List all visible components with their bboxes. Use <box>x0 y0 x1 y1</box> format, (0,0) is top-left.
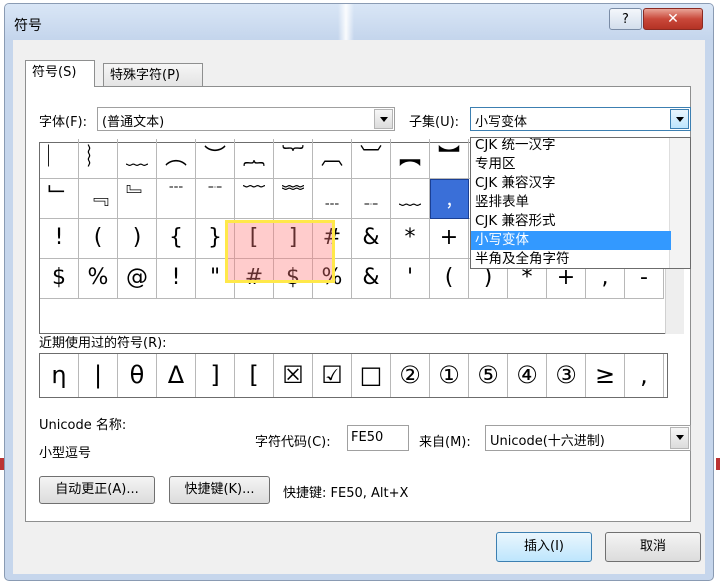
subset-option[interactable]: CJK 统一汉字 <box>471 138 671 155</box>
recent-symbol-cell[interactable]: ] <box>196 354 235 397</box>
recent-symbol-cell[interactable]: ② <box>391 354 430 397</box>
font-select-value: (普通文本) <box>102 115 165 130</box>
symbol-cell[interactable]: ︺ <box>352 139 391 179</box>
symbol-cell[interactable]: ︴ <box>79 139 118 179</box>
recent-symbol-cell[interactable]: ① <box>430 354 469 397</box>
title-glare <box>338 4 354 40</box>
right-edge-mark <box>716 458 720 470</box>
recent-symbol-cell[interactable]: ④ <box>508 354 547 397</box>
recent-symbol-cell[interactable]: □ <box>352 354 391 397</box>
dialog-title: 符号 <box>14 18 42 34</box>
autocorrect-button[interactable]: 自动更正(A)... <box>39 476 155 504</box>
title-bar: 符号 ? ✕ <box>5 4 713 40</box>
symbol-cell[interactable]: ︵ <box>157 139 196 179</box>
shortcut-info: 快捷键: FE50, Alt+X <box>283 486 409 501</box>
symbol-cell[interactable]: + <box>430 219 469 259</box>
symbol-cell[interactable]: ﹌ <box>274 179 313 219</box>
symbol-cell[interactable]: & <box>352 259 391 299</box>
dialog-body: 符号(S) 特殊字符(P) 字体(F): (普通文本) 子集(U): 小写变体 … <box>13 40 705 574</box>
close-button[interactable]: ✕ <box>643 8 703 30</box>
symbol-cell[interactable]: * <box>391 219 430 259</box>
symbol-cell[interactable]: ﹏ <box>118 139 157 179</box>
char-code-input[interactable]: FE50 <box>347 425 409 451</box>
symbol-cell[interactable]: ! <box>40 219 79 259</box>
symbol-cell[interactable]: { <box>157 219 196 259</box>
subset-select[interactable]: 小写变体 <box>470 107 691 131</box>
recent-symbol-cell[interactable]: θ <box>118 354 157 397</box>
symbol-cell[interactable]: ︻ <box>391 139 430 179</box>
font-select[interactable]: (普通文本) <box>97 107 395 131</box>
shortcut-key-button[interactable]: 快捷键(K)... <box>169 476 270 504</box>
subset-option[interactable]: CJK 兼容汉字 <box>471 174 671 193</box>
symbol-cell[interactable]: ﹏ <box>391 179 430 219</box>
symbol-cell[interactable]: ﹉ <box>157 179 196 219</box>
left-edge-mark <box>0 458 4 470</box>
recent-symbol-cell[interactable]: , <box>625 354 664 397</box>
recent-symbols-label: 近期使用过的符号(R): <box>39 336 167 351</box>
recent-symbol-cell[interactable]: ☒ <box>274 354 313 397</box>
recent-symbol-cell[interactable]: ☑ <box>313 354 352 397</box>
symbol-cell[interactable]: ︷ <box>235 139 274 179</box>
symbol-cell[interactable]: @ <box>118 259 157 299</box>
symbol-cell[interactable]: ﹐ <box>430 179 469 219</box>
chevron-down-icon[interactable] <box>374 109 393 129</box>
symbol-cell[interactable]: ︳ <box>40 139 79 179</box>
subset-select-value: 小写变体 <box>475 115 528 130</box>
help-button[interactable]: ? <box>609 8 642 30</box>
recent-symbol-cell[interactable]: ≥ <box>586 354 625 397</box>
from-select-value: Unicode(十六进制) <box>490 434 605 449</box>
cancel-button[interactable]: 取消 <box>605 532 701 562</box>
subset-option[interactable]: 竖排表单 <box>471 193 671 212</box>
symbol-dialog: 符号 ? ✕ 符号(S) 特殊字符(P) 字体(F): (普通文本) 子集(U)… <box>4 3 714 581</box>
symbol-cell[interactable]: ' <box>391 259 430 299</box>
char-code-label: 字符代码(C): <box>255 435 331 450</box>
symbol-cell[interactable]: ! <box>157 259 196 299</box>
symbol-cell[interactable]: & <box>352 219 391 259</box>
symbol-cell[interactable]: ( <box>430 259 469 299</box>
tab-special-characters[interactable]: 特殊字符(P) <box>103 63 203 87</box>
symbol-cell[interactable]: ︼ <box>430 139 469 179</box>
subset-label: 子集(U): <box>409 115 460 130</box>
unicode-name-value: 小型逗号 <box>39 446 92 461</box>
from-label: 来自(M): <box>419 435 471 450</box>
chevron-down-icon[interactable] <box>670 427 689 449</box>
font-label: 字体(F): <box>39 115 88 130</box>
subset-option[interactable]: 小写变体 <box>471 231 671 250</box>
symbol-cell[interactable]: $ <box>40 259 79 299</box>
insert-button[interactable]: 插入(I) <box>496 532 592 562</box>
recent-symbol-cell[interactable]: | <box>79 354 118 397</box>
chevron-down-icon[interactable] <box>670 109 689 129</box>
symbol-cell[interactable]: ︸ <box>274 139 313 179</box>
unicode-name-label: Unicode 名称: <box>39 418 127 433</box>
subset-option[interactable]: 半角及全角字符 <box>471 250 671 268</box>
symbol-cell[interactable]: ﹃ <box>79 179 118 219</box>
symbol-cell[interactable]: % <box>79 259 118 299</box>
symbol-cell[interactable]: ﹂ <box>40 179 79 219</box>
symbol-cell[interactable]: ( <box>79 219 118 259</box>
symbol-cell[interactable]: ﹋ <box>235 179 274 219</box>
subset-option[interactable]: CJK 兼容形式 <box>471 212 671 231</box>
annotation-highlight-box <box>225 220 335 283</box>
dropdown-scrollbar[interactable] <box>669 138 690 268</box>
recent-symbol-cell[interactable]: Δ <box>157 354 196 397</box>
tab-symbols[interactable]: 符号(S) <box>25 60 95 87</box>
recent-symbol-cell[interactable]: [ <box>235 354 274 397</box>
subset-dropdown-list: CJK 统一汉字 专用区 CJK 兼容汉字 竖排表单 CJK 兼容形式 小写变体 半角及全角… <box>470 137 691 269</box>
recent-symbol-cell[interactable]: ③ <box>547 354 586 397</box>
subset-option[interactable]: 专用区 <box>471 155 671 174</box>
symbol-cell[interactable]: ︶ <box>196 139 235 179</box>
from-select[interactable]: Unicode(十六进制) <box>485 425 691 451</box>
symbol-cell[interactable]: ﹊ <box>196 179 235 219</box>
symbol-cell[interactable]: ﹄ <box>118 179 157 219</box>
symbol-cell[interactable]: ) <box>118 219 157 259</box>
recent-symbol-cell[interactable]: ⑤ <box>469 354 508 397</box>
recent-symbols-row: η | θ Δ][☒ ☑ □ ② ① ⑤ ④ ③ ≥, <box>39 353 668 398</box>
symbol-cell[interactable]: ﹍ <box>313 179 352 219</box>
symbol-cell[interactable]: ︹ <box>313 139 352 179</box>
recent-symbol-cell[interactable]: η <box>40 354 79 397</box>
symbol-cell[interactable]: ﹎ <box>352 179 391 219</box>
